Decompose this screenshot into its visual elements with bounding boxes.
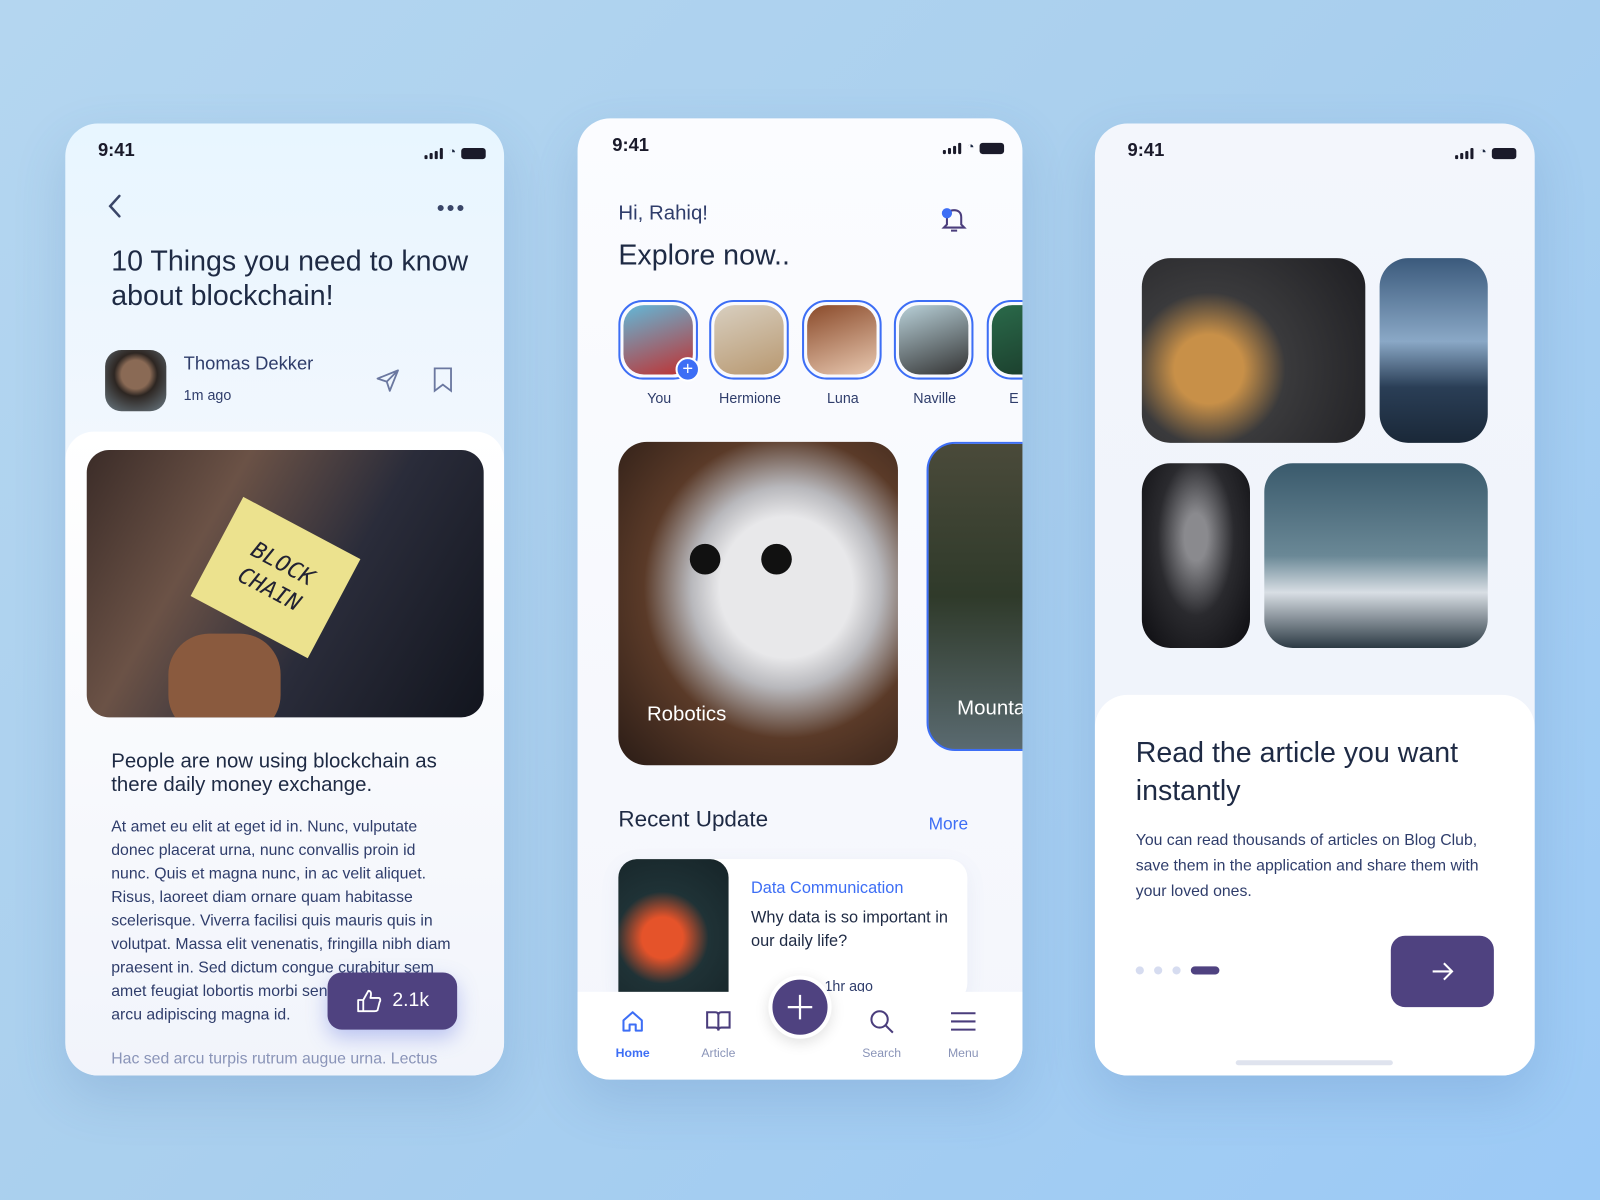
story-avatar: + bbox=[618, 300, 701, 382]
arrow-right-icon bbox=[1432, 962, 1453, 981]
story-label: E bbox=[1009, 389, 1019, 407]
page-dot[interactable] bbox=[1154, 966, 1163, 975]
next-button[interactable] bbox=[1390, 935, 1494, 1008]
author-avatar[interactable] bbox=[105, 350, 167, 412]
nav-label: Search bbox=[862, 1045, 902, 1061]
onboarding-screen: 9:41 ◔ Read the article you want instant… bbox=[1094, 123, 1535, 1076]
share-icon[interactable] bbox=[376, 368, 400, 392]
status-time: 9:41 bbox=[97, 139, 135, 161]
plus-icon bbox=[787, 994, 813, 1020]
thumbs-up-icon bbox=[356, 989, 381, 1013]
story-item[interactable]: E bbox=[986, 300, 1023, 407]
page-dot[interactable] bbox=[1172, 966, 1181, 975]
nav-label: Home bbox=[615, 1045, 650, 1061]
home-icon bbox=[622, 1011, 643, 1032]
post-thumbnail bbox=[618, 859, 729, 1003]
status-time: 9:41 bbox=[612, 134, 650, 156]
bottom-nav: Home Article Search Menu bbox=[577, 975, 1023, 1080]
notification-bell-icon[interactable] bbox=[939, 204, 970, 237]
story-item[interactable]: Luna bbox=[802, 300, 884, 406]
nav-search[interactable]: Search bbox=[855, 1008, 908, 1060]
author-time: 1m ago bbox=[183, 386, 232, 404]
story-avatar bbox=[893, 300, 974, 380]
gallery-image-sea bbox=[1379, 258, 1488, 443]
page-dot[interactable] bbox=[1190, 966, 1220, 975]
gallery-image-mountain bbox=[1264, 463, 1488, 648]
status-icons: ◔ bbox=[424, 144, 486, 160]
story-label: You bbox=[647, 389, 672, 407]
post-category[interactable]: Data Communication bbox=[751, 880, 903, 898]
article-body-fade: Hac sed arcu turpis rutrum augue urna. L… bbox=[111, 1050, 438, 1068]
onboarding-body: You can read thousands of articles on Bl… bbox=[1135, 831, 1479, 901]
more-options-icon[interactable]: ••• bbox=[437, 195, 467, 222]
story-avatar bbox=[709, 300, 789, 380]
add-story-icon[interactable]: + bbox=[675, 357, 701, 382]
story-avatar bbox=[986, 300, 1023, 380]
category-card-robotics[interactable]: Robotics bbox=[618, 441, 898, 766]
article-image: BLOCK CHAIN bbox=[86, 450, 484, 718]
gallery-image-food bbox=[1141, 258, 1366, 443]
back-icon[interactable] bbox=[106, 193, 126, 220]
category-label: Mounta bbox=[957, 696, 1023, 720]
status-icons: ◔ bbox=[943, 139, 1005, 155]
story-item[interactable]: Hermione bbox=[709, 300, 791, 406]
story-item[interactable]: + You bbox=[618, 300, 701, 407]
onboarding-heading: Read the article you want instantly bbox=[1135, 736, 1459, 807]
home-screen: 9:41 ◔ Hi, Rahiq! Explore now.. + You Herm… bbox=[577, 118, 1023, 1080]
story-label: Hermione bbox=[719, 389, 781, 407]
status-icons: ◔ bbox=[1455, 144, 1517, 160]
add-post-button[interactable] bbox=[768, 975, 832, 1039]
page-indicator bbox=[1135, 966, 1220, 975]
bookmark-icon[interactable] bbox=[433, 366, 453, 393]
gallery-image-abstract bbox=[1141, 463, 1251, 648]
status-time: 9:41 bbox=[1127, 139, 1165, 161]
recent-update-heading: Recent Update bbox=[618, 806, 769, 832]
nav-label: Menu bbox=[947, 1045, 979, 1061]
category-label: Robotics bbox=[646, 703, 727, 726]
book-icon bbox=[706, 1011, 731, 1031]
story-label: Luna bbox=[826, 389, 859, 407]
page-dot[interactable] bbox=[1135, 966, 1144, 975]
story-label: Naville bbox=[913, 389, 957, 407]
like-button[interactable]: 2.1k bbox=[327, 972, 458, 1030]
nav-menu[interactable]: Menu bbox=[937, 1008, 990, 1060]
nav-article[interactable]: Article bbox=[692, 1008, 745, 1060]
nav-label: Article bbox=[701, 1045, 736, 1061]
greeting: Hi, Rahiq! bbox=[618, 202, 708, 225]
article-subtitle: People are now using blockchain as there… bbox=[111, 750, 437, 796]
story-avatar bbox=[802, 300, 882, 380]
more-link[interactable]: More bbox=[929, 814, 969, 834]
article-title: 10 Things you need to know about blockch… bbox=[111, 244, 469, 312]
search-icon bbox=[870, 1010, 894, 1034]
home-indicator bbox=[1235, 1060, 1393, 1066]
author-name[interactable]: Thomas Dekker bbox=[184, 353, 314, 374]
nav-home[interactable]: Home bbox=[606, 1008, 659, 1060]
like-count: 2.1k bbox=[392, 989, 430, 1012]
story-item[interactable]: Naville bbox=[893, 300, 976, 407]
explore-heading: Explore now.. bbox=[618, 238, 790, 271]
article-screen: 9:41 ◔ ••• 10 Things you need to know ab… bbox=[65, 123, 505, 1076]
post-title: Why data is so important in our daily li… bbox=[751, 909, 948, 951]
category-card-mountain[interactable]: Mounta bbox=[926, 441, 1023, 752]
menu-icon bbox=[951, 1012, 976, 1031]
